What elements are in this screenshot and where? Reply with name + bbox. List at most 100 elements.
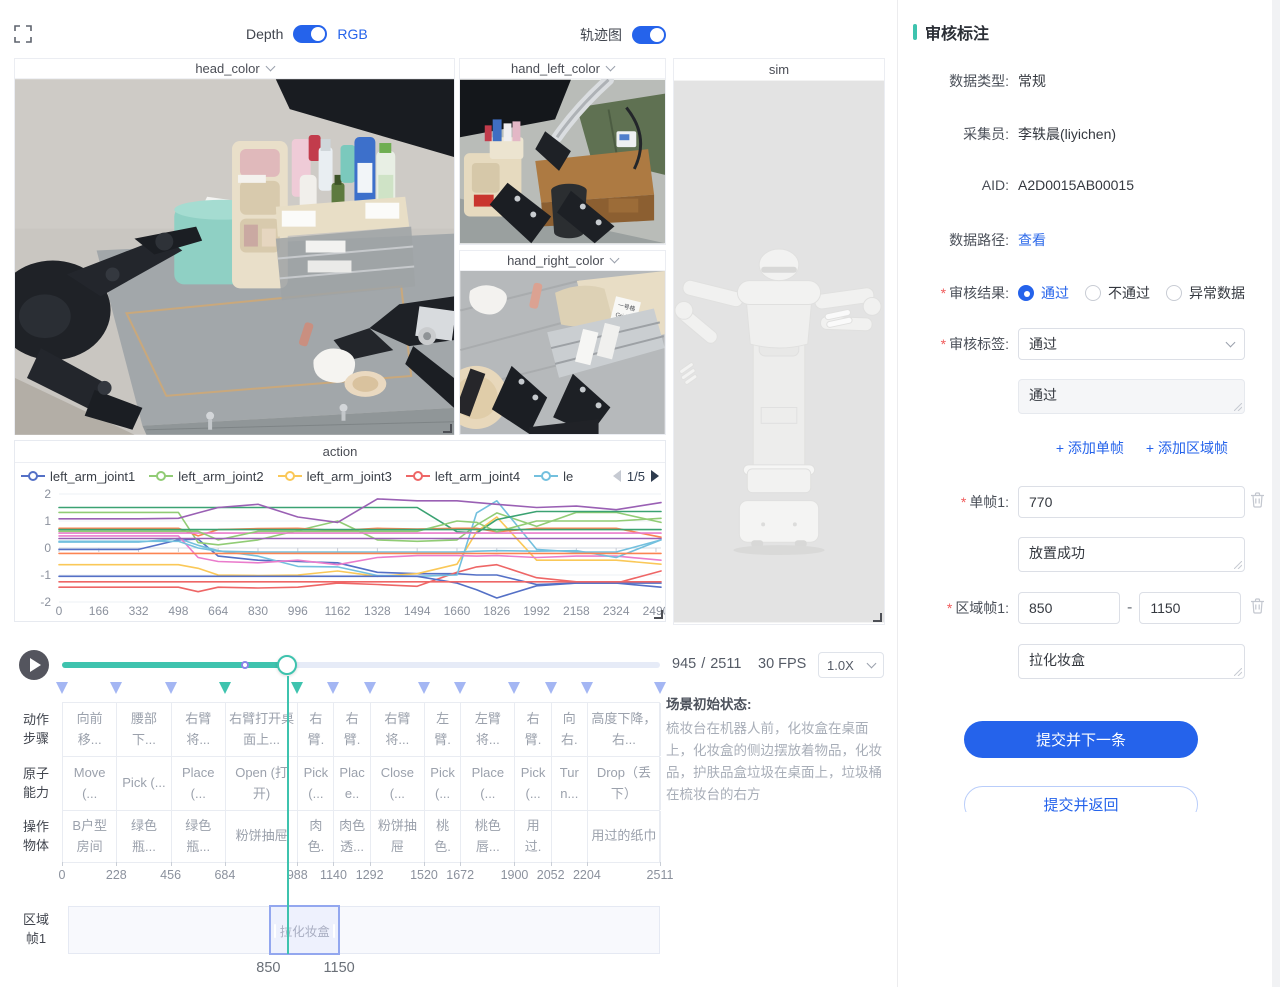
row-label-objects: 操作 物体 bbox=[14, 810, 58, 863]
add-single-frame-link[interactable]: + 添加单帧 bbox=[1056, 438, 1124, 458]
table-cell-object[interactable]: 粉饼抽屉 bbox=[371, 811, 425, 862]
table-cell-skill[interactable]: Drop（丢下） bbox=[588, 757, 661, 810]
add-region-frame-link[interactable]: + 添加区域帧 bbox=[1146, 438, 1228, 458]
legend-items: left_arm_joint1 left_arm_joint2 left_arm_j… bbox=[21, 469, 613, 484]
sim-viewport[interactable] bbox=[674, 79, 884, 624]
legend-item-left_arm_joint2[interactable]: left_arm_joint2 bbox=[149, 469, 263, 484]
table-cell-object[interactable]: 桃色. bbox=[425, 811, 461, 862]
table-cell-step[interactable]: 右臂将... bbox=[371, 703, 425, 756]
table-cell-skill[interactable]: Pick (... bbox=[117, 757, 171, 810]
legend-prev-icon[interactable] bbox=[613, 470, 621, 482]
field-collector: 采集员: 李轶晨(liyichen) bbox=[898, 124, 1273, 144]
table-cell-step[interactable]: 向前移... bbox=[63, 703, 117, 756]
table-cell-step[interactable]: 高度下降，右... bbox=[588, 703, 661, 756]
table-cell-step[interactable]: 左臂. bbox=[425, 703, 461, 756]
table-cell-object[interactable]: 用过. bbox=[515, 811, 551, 862]
delete-single-frame-button[interactable] bbox=[1250, 492, 1265, 513]
cell-text: 向前移... bbox=[66, 709, 113, 749]
camera-select-head[interactable]: head_color bbox=[15, 59, 454, 79]
radio-fail[interactable] bbox=[1085, 285, 1101, 301]
region-frame-track[interactable]: 拉化妆盒 bbox=[68, 906, 660, 954]
axis-tick-label: 0 bbox=[59, 868, 66, 882]
table-cell-step[interactable]: 左臂将... bbox=[461, 703, 515, 756]
table-cell-step[interactable]: 右臂. bbox=[298, 703, 334, 756]
table-cell-skill[interactable]: Close (... bbox=[371, 757, 425, 810]
fullscreen-icon[interactable] bbox=[13, 24, 33, 44]
timeline-marker-2052[interactable] bbox=[545, 682, 557, 694]
delete-region-frame-button[interactable] bbox=[1250, 598, 1265, 619]
table-cell-step[interactable]: 右臂将... bbox=[172, 703, 226, 756]
axis-tick-label: 228 bbox=[106, 868, 127, 882]
table-cell-step[interactable]: 向右. bbox=[552, 703, 588, 756]
timeline-marker-1900[interactable] bbox=[508, 682, 520, 694]
trajectory-chart[interactable]: 210-1-2016633249866483099611621328149416… bbox=[15, 489, 665, 621]
timeline-marker-228[interactable] bbox=[110, 682, 122, 694]
legend-next-icon[interactable] bbox=[651, 470, 659, 482]
timeline-marker-0[interactable] bbox=[56, 682, 68, 694]
table-cell-skill[interactable]: Place (... bbox=[461, 757, 515, 810]
review-tag-select[interactable]: 通过 bbox=[1018, 328, 1245, 360]
view-link[interactable]: 查看 bbox=[1018, 230, 1046, 250]
camera-select-hand-right[interactable]: hand_right_color bbox=[460, 251, 665, 271]
timeline-marker-2204[interactable] bbox=[581, 682, 593, 694]
table-cell-step[interactable]: 右臂. bbox=[334, 703, 370, 756]
table-cell-object[interactable]: 绿色瓶... bbox=[117, 811, 171, 862]
timeline-marker-1672[interactable] bbox=[454, 682, 466, 694]
region-end-input[interactable] bbox=[1139, 592, 1241, 624]
submit-back-button[interactable]: 提交并返回 bbox=[964, 786, 1198, 812]
play-button[interactable] bbox=[19, 650, 49, 680]
trajectory-switch[interactable] bbox=[632, 26, 666, 44]
playback-slider[interactable] bbox=[62, 662, 660, 668]
table-cell-object[interactable]: 绿色瓶... bbox=[172, 811, 226, 862]
tag-note-textarea[interactable]: 通过 bbox=[1018, 379, 1245, 414]
svg-text:1494: 1494 bbox=[404, 604, 431, 618]
resize-handle-icon[interactable] bbox=[443, 424, 452, 433]
cell-text: Place.. bbox=[337, 763, 366, 803]
table-cell-skill[interactable]: Place.. bbox=[334, 757, 370, 810]
table-cell-step[interactable]: 右臂. bbox=[515, 703, 551, 756]
table-cell-object[interactable]: 肉色透... bbox=[334, 811, 370, 862]
table-cell-object[interactable]: 肉色. bbox=[298, 811, 334, 862]
table-cell-skill[interactable]: Turn... bbox=[552, 757, 588, 810]
table-cell-skill[interactable]: Pick (... bbox=[298, 757, 334, 810]
table-cell-skill[interactable]: Pick (... bbox=[515, 757, 551, 810]
scrollbar-track[interactable] bbox=[1272, 0, 1280, 987]
region-start-input[interactable] bbox=[1018, 592, 1120, 624]
svg-text:830: 830 bbox=[248, 604, 268, 618]
speed-select[interactable]: 1.0X bbox=[818, 652, 884, 678]
legend-item-le[interactable]: le bbox=[534, 469, 573, 484]
trajectory-toggle-group: 轨迹图 bbox=[580, 25, 666, 45]
table-cell-step[interactable]: 腰部下... bbox=[117, 703, 171, 756]
depth-rgb-switch[interactable] bbox=[293, 25, 327, 43]
table-cell-object[interactable]: B户型房间 bbox=[63, 811, 117, 862]
table-cell-object[interactable]: 用过的纸巾 bbox=[588, 811, 661, 862]
timeline-marker-1140[interactable] bbox=[327, 682, 339, 694]
legend-item-left_arm_joint3[interactable]: left_arm_joint3 bbox=[278, 469, 392, 484]
legend-item-left_arm_joint1[interactable]: left_arm_joint1 bbox=[21, 469, 135, 484]
table-cell-skill[interactable]: Pick (... bbox=[425, 757, 461, 810]
single-frame-note-textarea[interactable]: 放置成功 bbox=[1018, 537, 1245, 572]
camera-select-hand-left[interactable]: hand_left_color bbox=[460, 59, 665, 79]
timeline-marker-684[interactable] bbox=[219, 682, 231, 694]
table-cell-object[interactable] bbox=[552, 811, 588, 862]
timeline-marker-2511[interactable] bbox=[654, 682, 666, 694]
timeline-marker-456[interactable] bbox=[165, 682, 177, 694]
resize-handle-icon[interactable] bbox=[873, 613, 882, 622]
submit-next-button[interactable]: 提交并下一条 bbox=[964, 721, 1198, 758]
table-cell-skill[interactable]: Move (... bbox=[63, 757, 117, 810]
region-frame-note-textarea[interactable]: 拉化妆盒 bbox=[1018, 644, 1245, 679]
timeline-marker-1292[interactable] bbox=[364, 682, 376, 694]
timeline-marker-1520[interactable] bbox=[418, 682, 430, 694]
single-frame-input[interactable] bbox=[1018, 486, 1245, 518]
table-cell-object[interactable]: 桃色唇... bbox=[461, 811, 515, 862]
slider-handle[interactable] bbox=[277, 655, 297, 675]
playhead-line[interactable] bbox=[287, 676, 289, 954]
svg-text:664: 664 bbox=[208, 604, 228, 618]
radio-pass[interactable] bbox=[1018, 285, 1034, 301]
table-cell-skill[interactable]: Place (... bbox=[172, 757, 226, 810]
radio-abnormal[interactable] bbox=[1166, 285, 1182, 301]
timeline-marker-988[interactable] bbox=[291, 682, 303, 694]
resize-handle-icon[interactable] bbox=[654, 610, 663, 619]
legend-item-left_arm_joint4[interactable]: left_arm_joint4 bbox=[406, 469, 520, 484]
region-frame-segment[interactable]: 拉化妆盒 bbox=[269, 905, 340, 955]
